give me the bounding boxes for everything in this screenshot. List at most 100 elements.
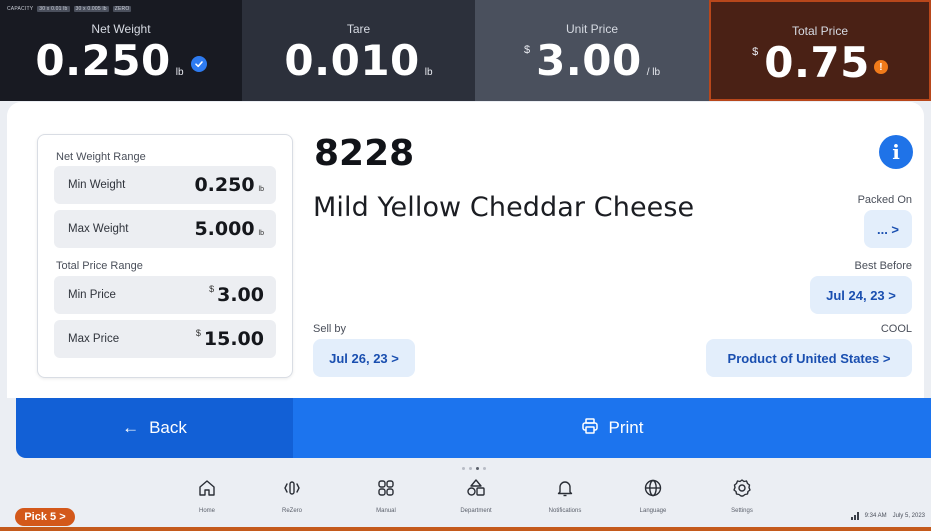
nav-label: Notifications bbox=[548, 508, 582, 514]
net-weight-label: Net Weight bbox=[91, 22, 151, 36]
max-price-currency: $ bbox=[195, 328, 201, 338]
bottom-accent-bar bbox=[0, 527, 931, 531]
department-icon bbox=[466, 478, 486, 503]
nav-label: Home bbox=[198, 508, 215, 514]
tare-value-group: 0.010 lb bbox=[242, 36, 475, 86]
status-bar: 9:34 AM July 5, 2023 bbox=[850, 512, 925, 520]
action-bar: ← Back Print bbox=[16, 398, 931, 458]
min-price-currency: $ bbox=[209, 284, 215, 294]
max-price-label: Max Price bbox=[68, 333, 120, 345]
min-weight-value: 0.250 bbox=[194, 174, 255, 196]
sell-by-button[interactable]: Jul 26, 23 > bbox=[313, 339, 415, 377]
product-name: Mild Yellow Cheddar Cheese bbox=[313, 192, 695, 223]
max-price-row: Max Price $ 15.00 bbox=[54, 320, 276, 358]
arrow-left-icon: ← bbox=[122, 418, 140, 437]
sell-by-label: Sell by bbox=[313, 323, 347, 335]
min-weight-label: Min Weight bbox=[68, 179, 126, 191]
capacity-range-2: 30 x 0.005 lb bbox=[73, 6, 109, 12]
min-weight-unit: lb bbox=[258, 186, 264, 193]
total-price-tile: Total Price $ 0.75 ! bbox=[709, 0, 931, 101]
net-weight-range-title: Net Weight Range bbox=[56, 151, 146, 163]
print-label: Print bbox=[608, 418, 644, 437]
bell-icon bbox=[555, 478, 575, 503]
tare-label: Tare bbox=[346, 22, 371, 36]
range-panel: Net Weight Range Min Weight 0.250 lb Max… bbox=[37, 134, 293, 378]
page-dot bbox=[469, 467, 472, 470]
max-weight-unit: lb bbox=[258, 230, 264, 237]
page-indicator bbox=[462, 467, 486, 470]
net-weight-value: 0.250 bbox=[35, 36, 171, 85]
status-date: July 5, 2023 bbox=[892, 513, 925, 519]
printer-icon bbox=[581, 417, 599, 440]
nav-manual[interactable]: Manual bbox=[356, 478, 416, 522]
nav-department[interactable]: Department bbox=[446, 478, 506, 522]
nav-language[interactable]: Language bbox=[623, 478, 683, 522]
tare-unit: lb bbox=[424, 67, 433, 78]
net-weight-value-group: 0.250 lb bbox=[0, 36, 242, 86]
packed-on-button[interactable]: ... > bbox=[864, 210, 912, 248]
total-price-value: 0.75 bbox=[764, 38, 870, 87]
packed-on-label: Packed On bbox=[857, 194, 912, 206]
total-price-value-group: $ 0.75 ! bbox=[711, 38, 929, 88]
tare-value: 0.010 bbox=[284, 36, 420, 85]
pick-button[interactable]: Pick 5 > bbox=[15, 508, 75, 526]
total-price-label: Total Price bbox=[791, 24, 849, 38]
capacity-label: CAPACITY bbox=[7, 6, 34, 12]
zero-indicator: ZERO bbox=[112, 6, 132, 12]
check-icon bbox=[190, 56, 207, 72]
net-weight-tile: CAPACITY 30 x 0.01 lb 30 x 0.005 lb ZERO… bbox=[0, 0, 242, 101]
cool-label: COOL bbox=[880, 323, 912, 335]
unit-price-currency: $ bbox=[523, 44, 531, 56]
product-plu: 8228 bbox=[314, 133, 415, 174]
nav-label: Language bbox=[639, 508, 667, 514]
unit-price-label: Unit Price bbox=[565, 22, 618, 36]
back-button[interactable]: ← Back bbox=[16, 398, 293, 458]
print-button[interactable]: Print bbox=[293, 398, 931, 458]
total-price-currency: $ bbox=[752, 46, 759, 58]
min-price-label: Min Price bbox=[68, 289, 116, 301]
unit-price-value-group: $ 3.00 / lb bbox=[475, 36, 709, 86]
best-before-button[interactable]: Jul 24, 23 > bbox=[810, 276, 912, 314]
rezero-icon bbox=[282, 478, 302, 503]
back-label: Back bbox=[149, 418, 187, 437]
signal-icon bbox=[850, 512, 859, 520]
nav-label: ReZero bbox=[281, 508, 302, 514]
status-time: 9:34 AM bbox=[864, 513, 887, 519]
total-price-range-title: Total Price Range bbox=[56, 260, 143, 272]
net-weight-unit: lb bbox=[175, 67, 184, 78]
min-weight-row: Min Weight 0.250 lb bbox=[54, 166, 276, 204]
nav-home[interactable]: Home bbox=[177, 478, 237, 522]
nav-label: Settings bbox=[731, 508, 753, 514]
home-icon bbox=[197, 478, 217, 503]
info-icon: i bbox=[892, 140, 900, 164]
min-price-row: Min Price $ 3.00 bbox=[54, 276, 276, 314]
nav-rezero[interactable]: ReZero bbox=[262, 478, 322, 522]
tare-tile[interactable]: Tare 0.010 lb bbox=[242, 0, 475, 101]
max-weight-value: 5.000 bbox=[194, 218, 255, 240]
page-dot-active bbox=[476, 467, 479, 470]
capacity-range-1: 30 x 0.01 lb bbox=[37, 6, 70, 12]
page-dot bbox=[483, 467, 486, 470]
nav-notifications[interactable]: Notifications bbox=[535, 478, 595, 522]
unit-price-unit: / lb bbox=[646, 67, 661, 78]
unit-price-value: 3.00 bbox=[536, 36, 642, 85]
capacity-info: CAPACITY 30 x 0.01 lb 30 x 0.005 lb ZERO bbox=[7, 6, 132, 12]
max-price-value: 15.00 bbox=[203, 328, 264, 350]
best-before-label: Best Before bbox=[854, 260, 912, 272]
page-dot bbox=[462, 467, 465, 470]
nav-settings[interactable]: Settings bbox=[712, 478, 772, 522]
min-price-value: 3.00 bbox=[217, 284, 264, 306]
globe-icon bbox=[643, 478, 663, 503]
grid-icon bbox=[376, 478, 396, 503]
metrics-bar: CAPACITY 30 x 0.01 lb 30 x 0.005 lb ZERO… bbox=[0, 0, 931, 101]
nav-label: Manual bbox=[376, 508, 396, 514]
gear-icon bbox=[732, 478, 752, 503]
unit-price-tile[interactable]: Unit Price $ 3.00 / lb bbox=[475, 0, 709, 101]
nav-label: Department bbox=[460, 508, 492, 514]
product-card: Net Weight Range Min Weight 0.250 lb Max… bbox=[7, 102, 924, 398]
max-weight-row: Max Weight 5.000 lb bbox=[54, 210, 276, 248]
cool-button[interactable]: Product of United States > bbox=[706, 339, 912, 377]
info-button[interactable]: i bbox=[879, 135, 913, 169]
warning-icon: ! bbox=[873, 60, 888, 74]
max-weight-label: Max Weight bbox=[68, 223, 129, 235]
